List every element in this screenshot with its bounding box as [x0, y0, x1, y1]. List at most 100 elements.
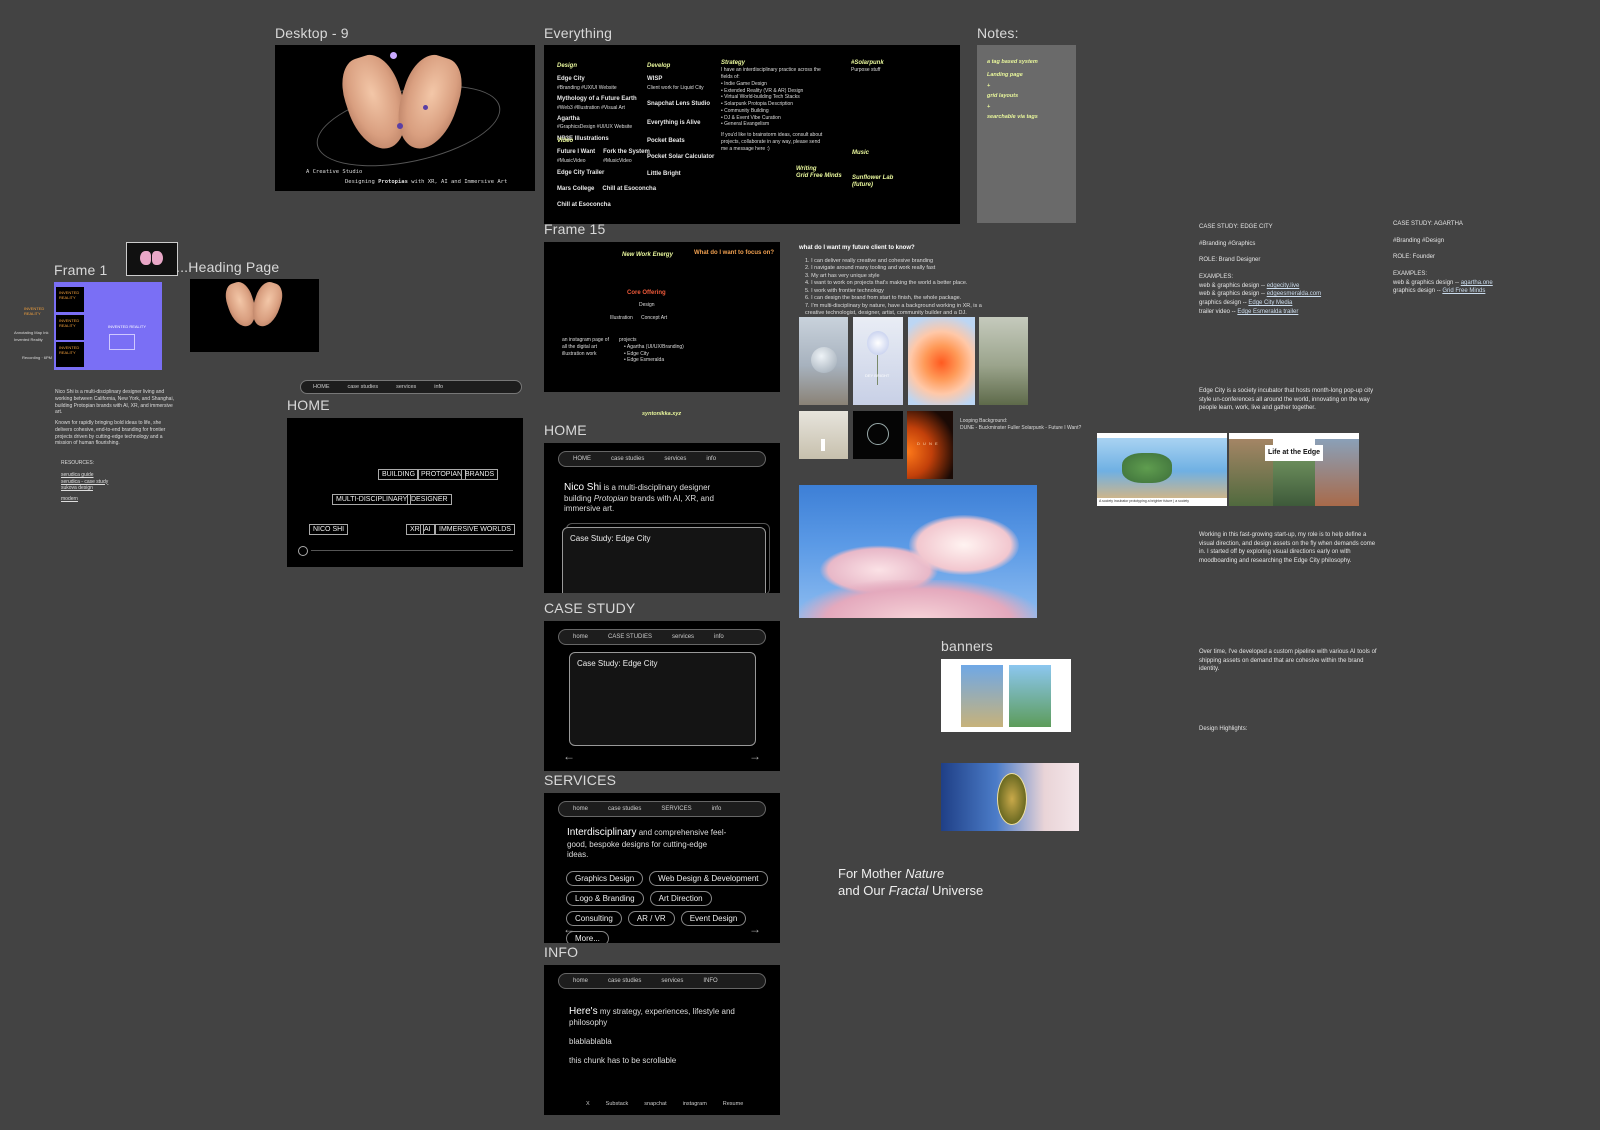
nav-home[interactable]: home — [573, 634, 588, 640]
frame-15[interactable]: New Work Energy What do I want to focus … — [544, 242, 780, 392]
resource-link[interactable]: modern — [61, 496, 108, 503]
butterfly-thumbnail[interactable] — [126, 242, 178, 276]
case-study-nav[interactable]: home CASE STUDIES services info — [558, 629, 766, 645]
link-edgeesmeralda[interactable]: edgeesmeralda.com — [1267, 291, 1321, 297]
frame-label-banners[interactable]: banners — [941, 638, 993, 654]
notes-sticky[interactable]: a tag based system Landing page + grid l… — [977, 45, 1076, 223]
moodboard-image-figure[interactable] — [799, 411, 848, 459]
pill-art-direction[interactable]: Art Direction — [649, 891, 712, 906]
frame-label-case-study[interactable]: CASE STUDY — [544, 600, 635, 616]
footer-instagram-link[interactable]: instagram — [683, 1101, 707, 1107]
pill-web-design[interactable]: Web Design & Development — [649, 871, 768, 886]
link-edge-city-media[interactable]: Edge City Media — [1248, 300, 1292, 306]
site-url[interactable]: syntonikka.xyz — [642, 411, 681, 418]
banner-image — [1009, 665, 1051, 727]
link-edge-trailer[interactable]: Edge Esmeralda trailer — [1237, 309, 1298, 315]
nav-services[interactable]: services — [396, 384, 416, 390]
nav-home[interactable]: home — [573, 806, 588, 812]
resource-link[interactable]: serudica - case study — [61, 479, 108, 486]
resource-link[interactable]: serudica guide — [61, 472, 108, 479]
frame-1-mockup[interactable]: INVENTED REALITY INVENTED REALITY INVENT… — [54, 282, 162, 370]
next-arrow-icon[interactable]: → — [749, 749, 761, 763]
looping-background-note: Looping Background: DUNE - Buckminster F… — [960, 418, 1082, 431]
services-nav[interactable]: home case studies SERVICES info — [558, 801, 766, 817]
sky-clouds-image[interactable] — [799, 485, 1037, 618]
home-left-frame[interactable]: BUILDING PROTOPIAN BRANDS MULTI-DISCIPLI… — [287, 418, 523, 567]
home-mid-frame[interactable]: HOME case studies services info Nico Shi… — [544, 443, 780, 593]
nav-info[interactable]: info — [434, 384, 443, 390]
pill-logo-branding[interactable]: Logo & Branding — [566, 891, 644, 906]
frame-label-home-left[interactable]: HOME — [287, 397, 330, 413]
pill-ar-vr[interactable]: AR / VR — [627, 911, 675, 926]
nav-case-studies[interactable]: case studies — [611, 456, 644, 462]
landing-page-thumbnail[interactable] — [190, 279, 319, 352]
pill-graphics-design[interactable]: Graphics Design — [566, 871, 644, 886]
nav-info[interactable]: info — [714, 634, 724, 640]
everything-frame[interactable]: Design Edge City #Branding #UX/UI Website… — [544, 45, 960, 224]
info-nav[interactable]: home case studies services INFO — [558, 973, 766, 989]
resource-link[interactable]: sukova design — [61, 485, 108, 492]
frame-label-desktop-9[interactable]: Desktop - 9 — [275, 25, 349, 41]
footer-snapchat-link[interactable]: snapchat — [644, 1101, 666, 1107]
link-edgecity[interactable]: edgecity.live — [1267, 283, 1300, 289]
link-agartha[interactable]: agartha.one — [1461, 280, 1493, 286]
link-grid-free-minds[interactable]: Grid Free Minds — [1442, 288, 1485, 294]
frame-label-services[interactable]: SERVICES — [544, 772, 616, 788]
frame-label-notes[interactable]: Notes: — [977, 25, 1019, 41]
invented-reality-tile: INVENTED REALITY — [56, 342, 84, 367]
case-study-frame[interactable]: home CASE STUDIES services info Case Stu… — [544, 621, 780, 771]
nav-services[interactable]: SERVICES — [661, 806, 691, 812]
footer-substack-link[interactable]: Substack — [606, 1101, 629, 1107]
case-study-card[interactable]: Case Study: Edge City — [569, 652, 756, 746]
play-icon[interactable] — [298, 546, 308, 556]
footer-x-link[interactable]: X — [586, 1101, 590, 1107]
services-frame[interactable]: home case studies SERVICES info Interdis… — [544, 793, 780, 943]
life-at-the-edge-screenshot[interactable]: Life at the Edge — [1229, 433, 1359, 506]
prev-arrow-icon[interactable]: ← — [563, 922, 575, 936]
frame-label-frame-15[interactable]: Frame 15 — [544, 221, 606, 237]
home-nav[interactable]: HOME case studies services info — [558, 451, 766, 467]
nav-case-studies[interactable]: case studies — [608, 978, 641, 984]
nav-services[interactable]: services — [664, 456, 686, 462]
info-frame[interactable]: home case studies services INFO Here's m… — [544, 965, 780, 1115]
moodboard-image-gradient-sun[interactable] — [908, 317, 975, 405]
pill-event-design[interactable]: Event Design — [680, 911, 747, 926]
nav-services[interactable]: services — [672, 634, 694, 640]
next-arrow-icon[interactable]: → — [749, 922, 761, 936]
frame-label-frame-1[interactable]: Frame 1 — [54, 262, 108, 278]
case-study-card[interactable]: Case Study: Edge City — [562, 527, 766, 593]
frame-label-info[interactable]: INFO — [544, 944, 578, 960]
edgecity-website-screenshot[interactable]: A society incubator prototyping a bright… — [1097, 433, 1227, 506]
moodboard-image-glass-sphere[interactable] — [799, 317, 848, 405]
info-footer: X Substack snapchat instagram Resume — [586, 1101, 743, 1107]
nav-home[interactable]: home — [573, 978, 588, 984]
nav-case-studies[interactable]: case studies — [608, 806, 641, 812]
desktop-9-frame[interactable]: A Creative Studio Designing Protopias wi… — [275, 45, 535, 191]
banners-frame[interactable] — [941, 659, 1071, 732]
moodboard-image-dark-orb[interactable] — [853, 411, 903, 459]
moodboard-image-dune[interactable]: D U N E — [907, 411, 953, 479]
frame-label-landing-page[interactable]: ...Heading Page — [176, 259, 279, 275]
nav-services[interactable]: services — [661, 978, 683, 984]
frame-label-home-mid[interactable]: HOME — [544, 422, 587, 438]
nav-info[interactable]: info — [706, 456, 716, 462]
top-nav-bar[interactable]: HOME case studies services info — [300, 380, 522, 394]
word-tag: IMMERSIVE WORLDS — [435, 524, 515, 535]
city-pod-shape — [997, 773, 1027, 825]
moodboard-image-field[interactable] — [979, 317, 1028, 405]
nav-info[interactable]: INFO — [703, 978, 717, 984]
nav-home[interactable]: HOME — [573, 456, 591, 462]
progress-track[interactable] — [311, 550, 513, 551]
nav-case-studies[interactable]: CASE STUDIES — [608, 634, 652, 640]
orb-icon — [390, 52, 397, 59]
nav-info[interactable]: info — [712, 806, 722, 812]
frame-label-everything[interactable]: Everything — [544, 25, 612, 41]
edge-city-about: Edge City is a society incubator that ho… — [1199, 388, 1374, 412]
floating-city-banner[interactable] — [941, 763, 1079, 831]
prev-arrow-icon[interactable]: ← — [563, 749, 575, 763]
nav-case-studies[interactable]: case studies — [348, 384, 379, 390]
moodboard-image-flower[interactable]: DEY BRIGHT — [853, 317, 903, 405]
orb-icon — [397, 123, 403, 129]
footer-resume-link[interactable]: Resume — [723, 1101, 743, 1107]
nav-home[interactable]: HOME — [313, 384, 330, 390]
